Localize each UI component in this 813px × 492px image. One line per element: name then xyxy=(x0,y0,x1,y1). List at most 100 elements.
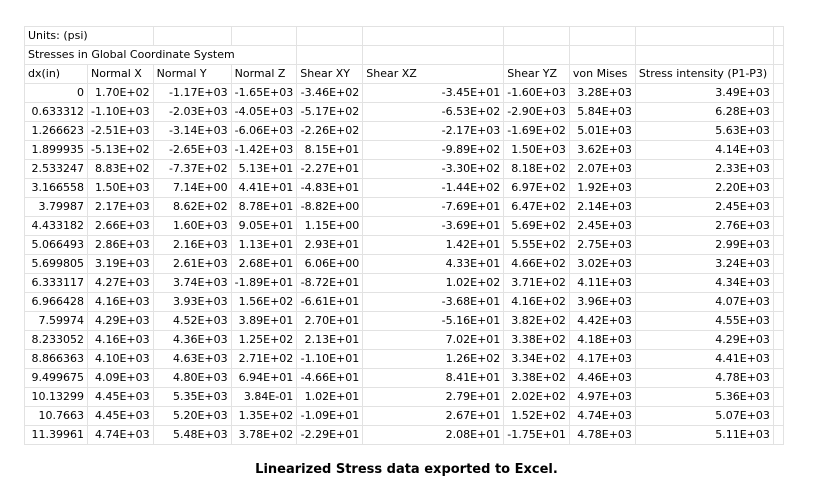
table-cell[interactable]: 4.433182 xyxy=(24,216,88,236)
table-cell[interactable]: 8.15E+01 xyxy=(296,140,364,160)
table-cell[interactable]: 1.42E+01 xyxy=(362,235,505,255)
table-cell[interactable]: 2.70E+01 xyxy=(296,311,364,331)
table-cell[interactable]: -1.75E+01 xyxy=(503,425,570,445)
table-cell[interactable]: 4.78E+03 xyxy=(634,368,774,388)
table-cell[interactable]: 4.45E+03 xyxy=(87,406,154,426)
table-cell[interactable]: 5.20E+03 xyxy=(152,406,232,426)
table-cell[interactable]: 1.56E+02 xyxy=(230,292,298,312)
section-title[interactable]: Stresses in Global Coordinate System xyxy=(23,45,298,65)
table-cell[interactable]: 3.79987 xyxy=(24,197,88,217)
table-cell[interactable]: 2.45E+03 xyxy=(568,216,636,236)
header-cell[interactable]: Normal Y xyxy=(152,64,232,84)
table-cell[interactable]: 4.16E+02 xyxy=(503,292,570,312)
table-cell[interactable]: 2.20E+03 xyxy=(634,178,774,198)
table-cell[interactable]: 1.60E+03 xyxy=(152,216,232,236)
table-cell[interactable]: -6.53E+02 xyxy=(362,102,505,122)
table-cell[interactable]: 1.15E+00 xyxy=(296,216,364,236)
table-cell[interactable]: 4.17E+03 xyxy=(568,349,636,369)
table-cell[interactable]: 5.84E+03 xyxy=(568,102,636,122)
table-cell[interactable]: 4.36E+03 xyxy=(152,330,232,350)
table-cell[interactable]: 4.55E+03 xyxy=(634,311,774,331)
table-cell[interactable]: 1.35E+02 xyxy=(230,406,298,426)
empty-cell[interactable] xyxy=(772,349,784,369)
table-cell[interactable]: 8.78E+01 xyxy=(230,197,298,217)
table-cell[interactable]: 4.80E+03 xyxy=(152,368,232,388)
table-cell[interactable]: 1.52E+02 xyxy=(503,406,570,426)
empty-cell[interactable] xyxy=(772,197,784,217)
table-cell[interactable]: 2.76E+03 xyxy=(634,216,774,236)
table-cell[interactable]: -3.45E+01 xyxy=(362,83,505,103)
table-cell[interactable]: 10.7663 xyxy=(24,406,88,426)
table-cell[interactable]: -5.13E+02 xyxy=(87,140,154,160)
table-cell[interactable]: 4.07E+03 xyxy=(634,292,774,312)
table-cell[interactable]: -1.10E+01 xyxy=(296,349,364,369)
table-cell[interactable]: 3.19E+03 xyxy=(87,254,154,274)
table-cell[interactable]: -3.30E+02 xyxy=(362,159,505,179)
table-cell[interactable]: 2.79E+01 xyxy=(362,387,505,407)
table-cell[interactable]: -5.16E+01 xyxy=(362,311,505,331)
table-cell[interactable]: 4.78E+03 xyxy=(568,425,636,445)
table-cell[interactable]: 3.28E+03 xyxy=(568,83,636,103)
table-cell[interactable]: 5.63E+03 xyxy=(634,121,774,141)
table-cell[interactable]: -7.69E+01 xyxy=(362,197,505,217)
table-cell[interactable]: -2.27E+01 xyxy=(296,159,364,179)
header-cell[interactable]: Shear YZ xyxy=(503,64,570,84)
header-cell[interactable]: Shear XZ xyxy=(362,64,505,84)
table-cell[interactable]: 3.84E-01 xyxy=(230,387,298,407)
table-cell[interactable]: 3.38E+02 xyxy=(503,330,570,350)
table-cell[interactable]: 8.866363 xyxy=(24,349,88,369)
table-cell[interactable]: -2.90E+03 xyxy=(503,102,570,122)
table-cell[interactable]: 4.42E+03 xyxy=(568,311,636,331)
table-cell[interactable]: 2.99E+03 xyxy=(634,235,774,255)
table-cell[interactable]: -8.82E+00 xyxy=(296,197,364,217)
empty-cell[interactable] xyxy=(772,406,784,426)
table-cell[interactable]: 4.29E+03 xyxy=(87,311,154,331)
table-cell[interactable]: -1.89E+01 xyxy=(230,273,298,293)
table-cell[interactable]: 2.67E+01 xyxy=(362,406,505,426)
table-cell[interactable]: 3.96E+03 xyxy=(568,292,636,312)
table-cell[interactable]: 4.97E+03 xyxy=(568,387,636,407)
table-cell[interactable]: 1.70E+02 xyxy=(87,83,154,103)
table-cell[interactable]: 2.16E+03 xyxy=(152,235,232,255)
table-cell[interactable]: 8.41E+01 xyxy=(362,368,505,388)
table-cell[interactable]: -9.89E+02 xyxy=(362,140,505,160)
table-cell[interactable]: 8.83E+02 xyxy=(87,159,154,179)
table-cell[interactable]: 2.02E+02 xyxy=(503,387,570,407)
table-cell[interactable]: 3.78E+02 xyxy=(230,425,298,445)
table-cell[interactable]: 7.59974 xyxy=(24,311,88,331)
table-cell[interactable]: 3.62E+03 xyxy=(568,140,636,160)
table-cell[interactable]: 1.50E+03 xyxy=(87,178,154,198)
table-cell[interactable]: 4.46E+03 xyxy=(568,368,636,388)
table-cell[interactable]: -1.69E+02 xyxy=(503,121,570,141)
table-cell[interactable]: 1.13E+01 xyxy=(230,235,298,255)
table-cell[interactable]: 4.41E+03 xyxy=(634,349,774,369)
table-cell[interactable]: 5.13E+01 xyxy=(230,159,298,179)
table-cell[interactable]: -5.17E+02 xyxy=(296,102,364,122)
empty-cell[interactable] xyxy=(772,216,784,236)
table-cell[interactable]: 5.699805 xyxy=(24,254,88,274)
table-cell[interactable]: 6.97E+02 xyxy=(503,178,570,198)
table-cell[interactable]: -1.60E+03 xyxy=(503,83,570,103)
table-cell[interactable]: 2.45E+03 xyxy=(634,197,774,217)
table-cell[interactable]: 1.899935 xyxy=(24,140,88,160)
table-cell[interactable]: 6.94E+01 xyxy=(230,368,298,388)
table-cell[interactable]: -2.03E+03 xyxy=(152,102,232,122)
table-cell[interactable]: -6.06E+03 xyxy=(230,121,298,141)
table-cell[interactable]: 0.633312 xyxy=(24,102,88,122)
table-cell[interactable]: 1.266623 xyxy=(24,121,88,141)
table-cell[interactable]: 11.39961 xyxy=(24,425,88,445)
table-cell[interactable]: 6.47E+02 xyxy=(503,197,570,217)
empty-cell[interactable] xyxy=(772,330,784,350)
empty-cell[interactable] xyxy=(772,387,784,407)
units-label[interactable]: Units: (psi) xyxy=(24,26,154,46)
header-cell[interactable]: Normal Z xyxy=(230,64,298,84)
header-cell[interactable]: Shear XY xyxy=(296,64,364,84)
table-cell[interactable]: 4.74E+03 xyxy=(568,406,636,426)
table-cell[interactable]: 4.09E+03 xyxy=(87,368,154,388)
table-cell[interactable]: 5.48E+03 xyxy=(152,425,232,445)
table-cell[interactable]: 3.49E+03 xyxy=(634,83,774,103)
table-cell[interactable]: -3.14E+03 xyxy=(152,121,232,141)
header-cell[interactable]: Normal X xyxy=(87,64,154,84)
table-cell[interactable]: 4.16E+03 xyxy=(87,330,154,350)
table-cell[interactable]: 2.68E+01 xyxy=(230,254,298,274)
